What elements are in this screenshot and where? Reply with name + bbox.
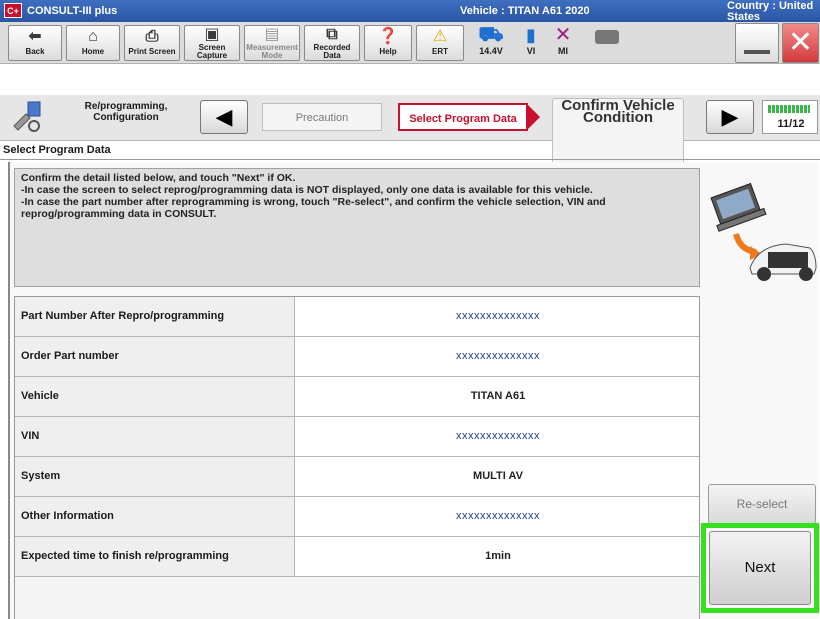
consult-logo-icon: C+ [4, 3, 22, 18]
next-button[interactable]: Next [709, 531, 811, 605]
recorded-data-icon: ⧉ [326, 26, 338, 43]
mi-label: MI [558, 46, 568, 56]
row-label: Part Number After Repro/programming [15, 297, 295, 336]
step-counter: 11/12 [762, 100, 818, 134]
table-row: Other Information xxxxxxxxxxxxxx [15, 497, 699, 537]
row-label: System [15, 457, 295, 496]
close-icon: ✕ [787, 26, 814, 59]
row-value: TITAN A61 [470, 390, 526, 402]
help-button[interactable]: ❓ Help [364, 25, 412, 61]
program-data-table: Part Number After Repro/programming xxxxx… [14, 296, 700, 619]
table-row: Part Number After Repro/programming xxxxx… [15, 297, 699, 337]
instructions-box: Confirm the detail listed below, and tou… [14, 168, 700, 287]
row-value: xxxxxxxxxxxxxx [456, 510, 540, 522]
mi-status: ✕ MI [550, 24, 576, 56]
app-title: CONSULT-III plus [27, 5, 118, 17]
reprogramming-icon [10, 100, 44, 134]
page-title: Select Program Data [3, 144, 111, 156]
row-value: xxxxxxxxxxxxxx [456, 350, 540, 362]
printer-icon: ⎙ [145, 28, 159, 45]
car-icon: ⛟ [478, 24, 504, 46]
row-value: xxxxxxxxxxxxxx [456, 310, 540, 322]
measurement-mode-button[interactable]: ▤ Measurement Mode [244, 25, 300, 61]
print-screen-label: Print Screen [128, 47, 176, 56]
left-triangle-icon: ◀ [215, 104, 233, 129]
step-select-program-data: Select Program Data [398, 103, 528, 131]
reselect-button[interactable]: Re-select [708, 484, 816, 524]
home-label: Home [81, 47, 105, 56]
divider [0, 159, 820, 160]
title-bar: C+ CONSULT-III plus Vehicle : TITAN A61 … [0, 0, 820, 23]
back-button[interactable]: ⬅ Back [8, 25, 62, 61]
screen-capture-button[interactable]: ▣ Screen Capture [184, 25, 240, 61]
print-screen-button[interactable]: ⎙ Print Screen [124, 25, 180, 61]
measurement-mode-label: Measurement Mode [246, 43, 298, 60]
table-row: Expected time to finish re/programming 1m… [15, 537, 699, 577]
row-label: VIN [15, 417, 295, 456]
row-label: Vehicle [15, 377, 295, 416]
country-label: Country : United States [727, 0, 814, 23]
row-label: Other Information [15, 497, 295, 536]
vehicle-label: Vehicle : TITAN A61 2020 [460, 5, 590, 17]
mode-label: Re/programming, Configuration [84, 101, 168, 123]
ert-button[interactable]: ⚠ ERT [416, 25, 464, 61]
disconnected-icon: ✕ [554, 24, 572, 46]
toolbar: ⬅ Back ⌂ Home ⎙ Print Screen ▣ Screen Ca… [0, 22, 820, 64]
vi-status: ▮ VI [518, 24, 544, 56]
row-value: MULTI AV [473, 470, 523, 482]
back-arrow-icon: ⬅ [28, 28, 42, 45]
back-label: Back [25, 47, 45, 56]
vi-label: VI [526, 46, 536, 56]
step-progress-bar [768, 105, 810, 113]
camera-icon: ▣ [204, 26, 220, 43]
help-label: Help [379, 47, 397, 56]
signal-icon: ▮ [526, 25, 536, 45]
breadcrumb: Re/programming, Configuration ◀ Precauti… [0, 95, 820, 172]
row-label: Expected time to finish re/programming [15, 537, 295, 576]
row-label: Order Part number [15, 337, 295, 376]
minimize-button[interactable] [735, 23, 779, 63]
empty-row [15, 577, 699, 619]
table-row: System MULTI AV [15, 457, 699, 497]
vehicle-connection-status: ⛟ 14.4V [470, 24, 512, 56]
row-value: 1min [485, 550, 511, 562]
recorded-data-button[interactable]: ⧉ Recorded Data [304, 25, 360, 61]
table-row: Order Part number xxxxxxxxxxxxxx [15, 337, 699, 377]
battery-voltage: 14.4V [479, 46, 503, 56]
next-button-highlight: Next [701, 523, 819, 613]
next-step-button[interactable]: ▶ [706, 100, 754, 134]
laptop-car-illustration-icon [706, 168, 818, 288]
home-button[interactable]: ⌂ Home [66, 25, 120, 61]
right-triangle-icon: ▶ [721, 104, 739, 129]
measurement-icon: ▤ [264, 26, 280, 43]
recorded-data-label: Recorded Data [313, 43, 351, 60]
home-icon: ⌂ [88, 28, 98, 45]
close-button[interactable]: ✕ [782, 23, 819, 63]
ert-label: ERT [432, 47, 448, 56]
device-icon [595, 30, 619, 44]
active-step-arrow-icon [528, 105, 540, 129]
screen-capture-label: Screen Capture [196, 43, 228, 60]
step-confirm-vehicle-condition: Confirm Vehicle Condition [552, 98, 684, 172]
table-row: Vehicle TITAN A61 [15, 377, 699, 417]
instructions-text: Confirm the detail listed below, and tou… [21, 172, 606, 220]
minimize-icon [744, 50, 770, 54]
help-icon: ❓ [378, 28, 398, 45]
table-row: VIN xxxxxxxxxxxxxx [15, 417, 699, 457]
row-value: xxxxxxxxxxxxxx [456, 430, 540, 442]
step-counter-text: 11/12 [777, 118, 805, 130]
warning-icon: ⚠ [432, 28, 448, 45]
step-precaution: Precaution [262, 103, 382, 131]
previous-step-button[interactable]: ◀ [200, 100, 248, 134]
